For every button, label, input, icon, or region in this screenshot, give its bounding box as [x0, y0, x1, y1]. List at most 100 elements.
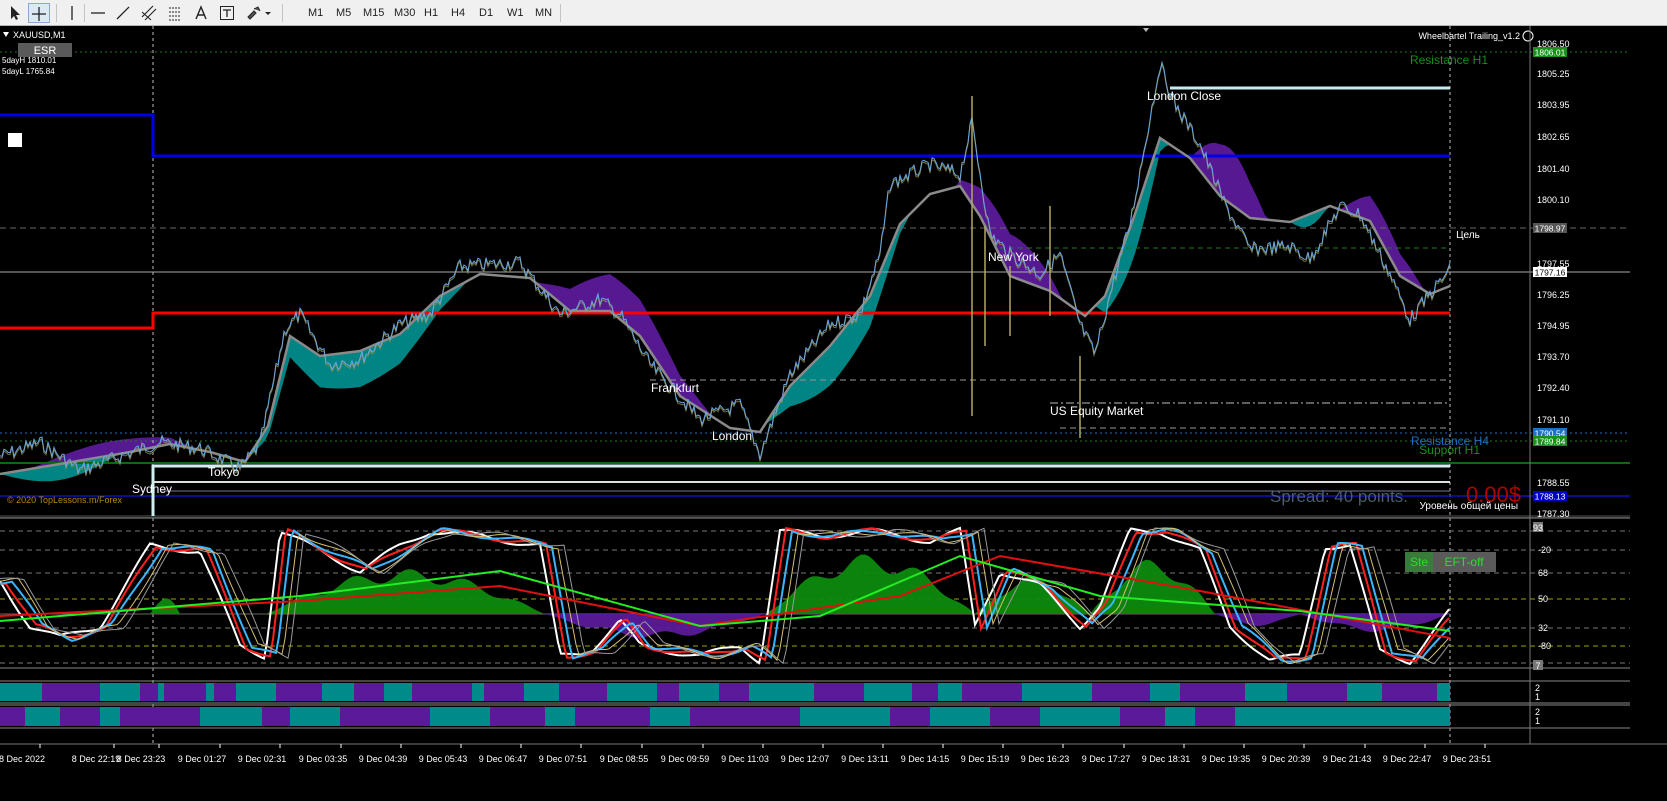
osc-axis-tick: 50: [1538, 594, 1548, 604]
cursor-tool-icon[interactable]: [3, 3, 25, 23]
price-axis-tick: 1791.10: [1537, 415, 1570, 425]
price-tag-label: 1788.13: [1535, 492, 1566, 502]
text-tool-icon[interactable]: [190, 3, 212, 23]
trend-bar-segment: [1382, 683, 1437, 701]
osc-axis-tick: -20: [1538, 545, 1551, 555]
trend-bar-segment: [1235, 707, 1450, 726]
price-axis-tick: 1792.40: [1537, 383, 1570, 393]
trend-bar-segment: [657, 683, 679, 701]
time-axis-label: 9 Dec 18:31: [1142, 754, 1191, 764]
trend-bar-segment: [214, 683, 236, 701]
horizontal-line-icon[interactable]: [87, 3, 109, 23]
trend-bar-segment: [1165, 707, 1195, 726]
timeframe-mn-button[interactable]: MN: [532, 3, 555, 23]
timeframe-m15-button[interactable]: M15: [360, 3, 387, 23]
timeframe-w1-button[interactable]: W1: [504, 3, 527, 23]
time-axis-label: 9 Dec 01:27: [178, 754, 227, 764]
trend-bar-segment: [607, 683, 657, 701]
price-axis-tick: 1787.30: [1537, 509, 1570, 519]
time-axis-label: 9 Dec 04:39: [359, 754, 408, 764]
timeframe-m30-button[interactable]: M30: [391, 3, 418, 23]
trend-bar-segment: [800, 707, 890, 726]
price-tag-label: 1789.84: [1535, 437, 1566, 447]
text-label-icon[interactable]: [216, 3, 238, 23]
trend-bar-segment: [120, 707, 200, 726]
session-london-label: London: [712, 429, 752, 443]
time-axis-label: 9 Dec 06:47: [479, 754, 528, 764]
shapes-dropdown-icon[interactable]: [244, 3, 271, 23]
time-axis-label: 9 Dec 19:35: [1202, 754, 1251, 764]
trend-bar-segment: [412, 683, 472, 701]
time-axis-label: 9 Dec 15:19: [961, 754, 1010, 764]
bar-axis-tick: 1: [1535, 716, 1540, 726]
trend-bar-segment: [650, 707, 690, 726]
trend-bar-segment: [690, 707, 800, 726]
time-axis-label: 9 Dec 11:03: [721, 754, 769, 764]
trend-bar-segment: [262, 707, 290, 726]
osc-axis-tick: 7: [1535, 661, 1540, 671]
timeframe-h4-button[interactable]: H4: [448, 3, 468, 23]
eft-off-button-label: EFT-off: [1444, 555, 1484, 569]
trend-bar-segment: [100, 707, 120, 726]
price-tag-label: 1806.01: [1535, 48, 1566, 58]
trend-bar-segment: [864, 683, 912, 701]
session-us-equity-label: US Equity Market: [1050, 404, 1144, 418]
chart-area[interactable]: XAUUSD,M1 ESR 5dayH 1810.01 5dayL 1765.84 Wh…: [0, 26, 1667, 801]
five-day-low-label: 5dayL 1765.84: [2, 67, 55, 76]
trend-bar-segment: [1245, 683, 1287, 701]
session-sydney-label: Sydney: [132, 482, 172, 496]
trend-bar-segment: [276, 683, 322, 701]
symbol-label: XAUUSD,M1: [13, 30, 66, 40]
trend-bar-segment: [430, 707, 490, 726]
timeframe-h1-button[interactable]: H1: [421, 3, 441, 23]
session-london-close-label: London Close: [1147, 89, 1221, 103]
crosshair-tool-icon[interactable]: [28, 3, 50, 23]
time-axis-label: 8 Dec 2022: [0, 754, 45, 764]
target-label: Цель: [1456, 230, 1480, 241]
trend-bar-segment: [472, 683, 484, 701]
time-axis-label: 9 Dec 23:51: [1443, 754, 1492, 764]
osc-axis-tick: 93: [1533, 523, 1543, 533]
toolbar: M1 M5 M15 M30 H1 H4 D1 W1 MN: [0, 0, 1667, 26]
trend-bar-segment: [1195, 707, 1235, 726]
trend-bar-segment: [0, 683, 42, 701]
time-axis-label: 9 Dec 05:43: [419, 754, 468, 764]
checkbox-icon[interactable]: [8, 133, 22, 147]
trend-bar-segment: [1180, 683, 1245, 701]
timeframe-m1-button[interactable]: M1: [305, 3, 326, 23]
trend-bar-segment: [1092, 683, 1150, 701]
indicator-title: Wheelbartel Trailing_v1.2: [1418, 31, 1520, 41]
vertical-line-icon[interactable]: [61, 3, 83, 23]
average-price-label: Уровень общей цены: [1419, 500, 1518, 512]
fibonacci-icon[interactable]: [164, 3, 186, 23]
timeframe-m5-button[interactable]: M5: [333, 3, 354, 23]
price-axis-tick: 1796.25: [1537, 290, 1570, 300]
osc-axis-tick: 32: [1538, 623, 1548, 633]
copyright-label: © 2020 TopLessons.m/Forex: [7, 495, 123, 505]
price-axis-tick: 1805.25: [1537, 69, 1570, 79]
time-axis-label: 9 Dec 08:55: [600, 754, 649, 764]
support-h1-label: Support H1: [1419, 443, 1480, 457]
time-axis-label: 9 Dec 21:43: [1323, 754, 1372, 764]
session-new-york-label: New York: [988, 250, 1040, 264]
channel-icon[interactable]: [138, 3, 160, 23]
time-axis-label: 9 Dec 03:35: [299, 754, 348, 764]
trend-bar-segment: [0, 707, 25, 726]
timeframe-d1-button[interactable]: D1: [476, 3, 496, 23]
ste-button-label: Ste: [1410, 555, 1428, 569]
trend-bar-segment: [524, 683, 559, 701]
trend-bar-segment: [60, 707, 100, 726]
trend-bar-segment: [1287, 683, 1347, 701]
time-axis-label: 9 Dec 16:23: [1021, 754, 1070, 764]
trend-bar-segment: [559, 683, 607, 701]
trend-bar-segment: [912, 683, 938, 701]
trend-bar-segment: [719, 683, 749, 701]
trend-bar-segment: [938, 683, 962, 701]
session-frankfurt-label: Frankfurt: [651, 381, 700, 395]
trend-bar-segment: [158, 683, 164, 701]
trend-bar-segment: [1022, 683, 1092, 701]
trendline-icon[interactable]: [112, 3, 134, 23]
five-day-high-label: 5dayH 1810.01: [2, 56, 57, 65]
time-axis-label: 8 Dec 23:23: [117, 754, 166, 764]
time-axis-label: 9 Dec 09:59: [661, 754, 710, 764]
